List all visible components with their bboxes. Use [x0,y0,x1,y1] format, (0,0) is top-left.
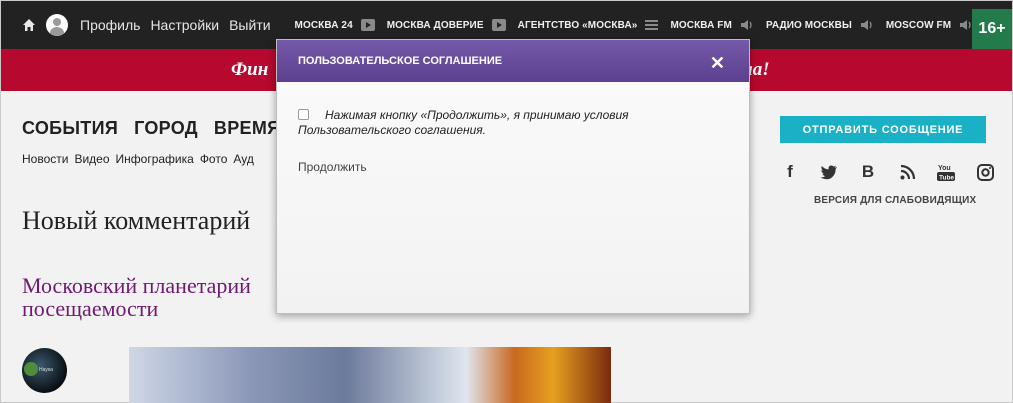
home-icon[interactable] [22,18,36,32]
article-photo[interactable] [129,347,611,403]
nav-item-time[interactable]: ВРЕМЯ [214,118,280,139]
radio-agency-moscow[interactable]: АГЕНТСТВО «МОСКВА» [518,20,659,31]
accessible-version-link[interactable]: ВЕРСИЯ ДЛЯ СЛАБОВИДЯЩИХ [814,195,976,206]
radio-moscow-fm-en[interactable]: MOSCOW FM [886,19,973,31]
category-thumbnail[interactable]: Наука [22,348,67,393]
subnav-news[interactable]: Новости [22,152,68,166]
svg-text:You: You [938,165,951,172]
radio-moscow24[interactable]: МОСКВА 24 [295,19,375,31]
agreement-text: Нажимая кнопку «Продолжить», я принимаю … [298,108,629,137]
agree-checkbox[interactable] [298,109,309,120]
thumbnail-label: Наука [39,367,53,373]
video-icon [491,19,506,31]
nav-item-events[interactable]: СОБЫТИЯ [22,118,118,139]
social-links: f B You Tube [781,162,994,182]
logout-link[interactable]: Выйти [229,17,270,33]
modal-title: ПОЛЬЗОВАТЕЛЬСКОЕ СОГЛАШЕНИЕ [298,55,503,67]
subnav-photo[interactable]: Фото [200,152,228,166]
page-title: Новый комментарий [22,206,251,235]
rss-icon[interactable] [898,163,916,181]
send-message-button[interactable]: ОТПРАВИТЬ СООБЩЕНИЕ [780,116,986,143]
vk-icon[interactable]: B [859,162,877,181]
banner-text-left: Фин [231,59,269,80]
user-agreement-modal: ПОЛЬЗОВАТЕЛЬСКОЕ СОГЛАШЕНИЕ ✕ Нажимая кн… [276,39,750,314]
continue-button[interactable]: Продолжить [298,160,367,174]
modal-body: Нажимая кнопку «Продолжить», я принимаю … [277,82,749,313]
svg-text:Tube: Tube [939,175,954,182]
subnav-infographics[interactable]: Инфографика [116,152,194,166]
video-icon [360,19,375,31]
radio-moscow-doverie[interactable]: МОСКВА ДОВЕРИЕ [387,19,506,31]
facebook-icon[interactable]: f [781,162,799,181]
speaker-icon [740,19,754,31]
main-nav: СОБЫТИЯ ГОРОД ВРЕМЯ [22,118,280,139]
age-rating-badge: 16+ [972,9,1012,49]
youtube-icon[interactable]: You Tube [937,163,955,182]
subnav-video[interactable]: Видео [74,152,109,166]
radio-radio-moskvy[interactable]: РАДИО МОСКВЫ [766,19,874,31]
close-icon[interactable]: ✕ [710,53,725,74]
menu-icon [645,20,659,30]
avatar[interactable] [46,14,68,36]
twitter-icon[interactable] [820,163,838,181]
nav-item-city[interactable]: ГОРОД [134,118,198,139]
sub-nav: Новости Видео Инфографика Фото Ауд [22,152,254,166]
subnav-audio[interactable]: Ауд [233,152,253,166]
speaker-icon [860,19,874,31]
article-title[interactable]: Московский планетарий посещаемости [22,274,292,320]
modal-header: ПОЛЬЗОВАТЕЛЬСКОЕ СОГЛАШЕНИЕ ✕ [277,40,749,82]
settings-link[interactable]: Настройки [150,17,219,33]
instagram-icon[interactable] [976,163,994,181]
profile-link[interactable]: Профиль [80,17,140,33]
radio-moscow-fm[interactable]: МОСКВА FM [670,19,754,31]
